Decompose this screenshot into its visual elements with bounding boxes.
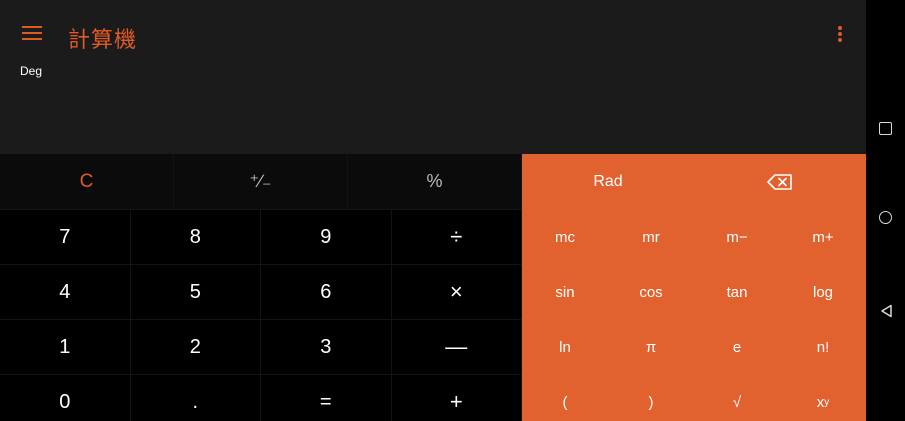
backspace-button[interactable] (694, 154, 866, 210)
sin-button[interactable]: sin (522, 265, 608, 320)
home-circle-icon[interactable] (879, 211, 892, 224)
recents-square-icon[interactable] (879, 122, 892, 135)
constants-row: ln π e n! (522, 320, 866, 375)
ln-button[interactable]: ln (522, 320, 608, 375)
calculator-app: 計算機 Deg C ⁺∕₋ % 7 8 9 ÷ 4 5 6 × 1 2 3 — … (0, 0, 866, 421)
subtract-button[interactable]: — (391, 320, 522, 375)
sign-toggle-button[interactable]: ⁺∕₋ (174, 154, 348, 210)
scientific-panel: Rad mc mr m− m+ sin cos tan log ln π e n… (522, 154, 866, 421)
overflow-menu-icon[interactable] (838, 26, 842, 42)
memory-minus-button[interactable]: m− (694, 210, 780, 265)
divide-button[interactable]: ÷ (391, 210, 522, 265)
digit-0-button[interactable]: 0 (0, 375, 131, 421)
sqrt-button[interactable]: √ (694, 375, 780, 421)
rad-toggle-button[interactable]: Rad (522, 154, 694, 210)
top-function-row: C ⁺∕₋ % (0, 154, 522, 210)
keypad-row-1: 7 8 9 ÷ (0, 210, 522, 265)
euler-button[interactable]: e (694, 320, 780, 375)
digit-4-button[interactable]: 4 (0, 265, 131, 320)
digit-6-button[interactable]: 6 (261, 265, 392, 320)
scientific-top-row: Rad (522, 154, 866, 210)
multiply-button[interactable]: × (391, 265, 522, 320)
digit-3-button[interactable]: 3 (261, 320, 392, 375)
digit-2-button[interactable]: 2 (130, 320, 261, 375)
memory-plus-button[interactable]: m+ (780, 210, 866, 265)
add-button[interactable]: + (392, 375, 522, 421)
digit-9-button[interactable]: 9 (261, 210, 392, 265)
memory-clear-button[interactable]: mc (522, 210, 608, 265)
cos-button[interactable]: cos (608, 265, 694, 320)
log-button[interactable]: log (780, 265, 866, 320)
clear-button[interactable]: C (0, 154, 174, 210)
pi-button[interactable]: π (608, 320, 694, 375)
tan-button[interactable]: tan (694, 265, 780, 320)
backspace-icon (767, 174, 792, 190)
close-paren-button[interactable]: ) (608, 375, 694, 421)
digit-5-button[interactable]: 5 (130, 265, 261, 320)
calculator-display: Deg (0, 62, 866, 154)
keypad-row-4: 0 . = + (0, 375, 522, 421)
factorial-button[interactable]: n! (780, 320, 866, 375)
keypad-row-3: 1 2 3 — (0, 320, 522, 375)
memory-row: mc mr m− m+ (522, 210, 866, 265)
memory-recall-button[interactable]: mr (608, 210, 694, 265)
app-title: 計算機 (68, 28, 138, 53)
open-paren-button[interactable]: ( (522, 375, 608, 421)
back-triangle-icon[interactable] (880, 304, 894, 318)
parentheses-row: ( ) √ xy (522, 375, 866, 421)
hamburger-menu-icon[interactable] (22, 26, 42, 40)
keypad-row-2: 4 5 6 × (0, 265, 522, 320)
app-bar: 計算機 (0, 0, 866, 62)
percent-button[interactable]: % (348, 154, 522, 210)
angle-mode-indicator: Deg (20, 64, 43, 78)
digit-1-button[interactable]: 1 (0, 320, 131, 375)
equals-button[interactable]: = (261, 375, 392, 421)
digit-7-button[interactable]: 7 (0, 210, 131, 265)
digit-8-button[interactable]: 8 (130, 210, 261, 265)
power-button[interactable]: xy (780, 375, 866, 421)
decimal-button[interactable]: . (131, 375, 261, 421)
trig-row: sin cos tan log (522, 265, 866, 320)
